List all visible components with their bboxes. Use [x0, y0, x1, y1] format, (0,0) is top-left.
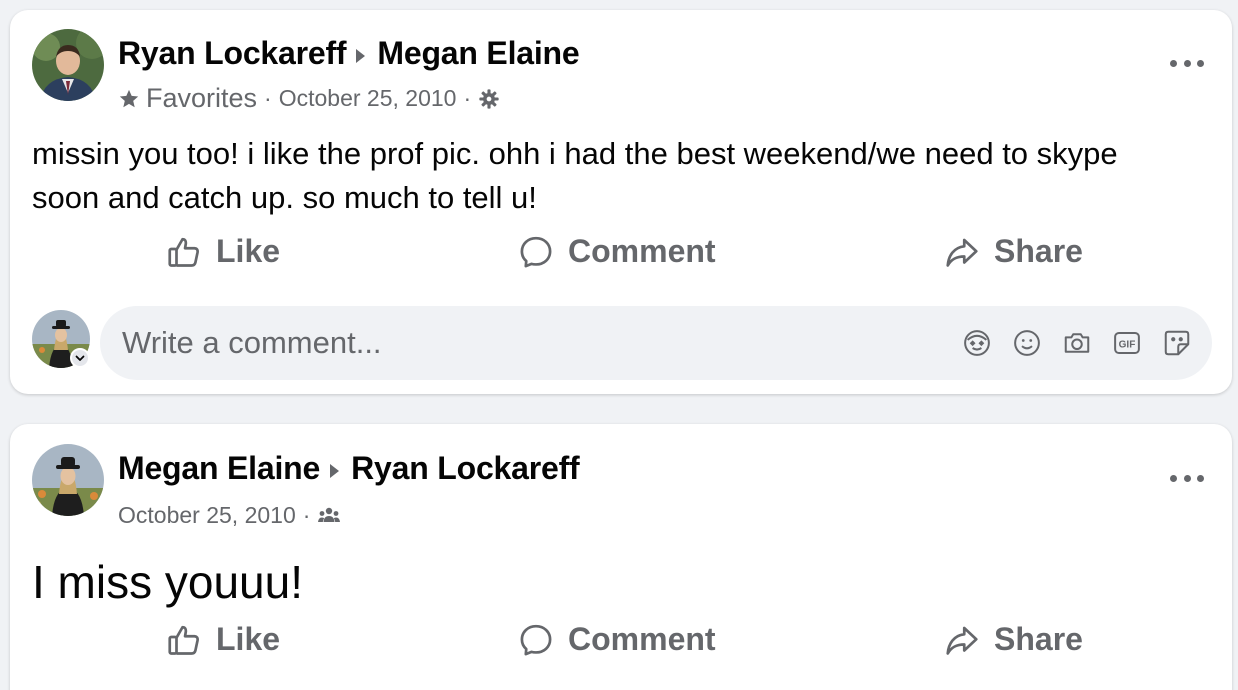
post-date[interactable]: October 25, 2010 [279, 85, 457, 112]
more-options-icon[interactable] [1170, 468, 1204, 488]
like-button[interactable]: Like [166, 233, 280, 270]
separator-dot: · [463, 85, 472, 111]
like-label: Like [216, 621, 281, 657]
separator-dot: · [302, 502, 311, 528]
share-arrow-icon [946, 626, 978, 655]
comment-input[interactable] [122, 306, 822, 380]
more-options-icon[interactable] [1170, 53, 1204, 73]
post-meta: October 25, 2010 · [118, 502, 341, 529]
gear-icon[interactable] [478, 88, 500, 110]
share-label: Share [994, 233, 1083, 269]
star-icon [118, 88, 140, 110]
comment-tools: GIF [944, 324, 1194, 362]
arrow-right-icon [356, 48, 366, 63]
author-name[interactable]: Megan Elaine [118, 450, 320, 487]
comment-button[interactable]: Comment [518, 233, 716, 270]
post-header-names: Megan Elaine Ryan Lockareff [118, 450, 580, 487]
post-actions: Like Comment Share [10, 233, 1232, 283]
share-arrow-icon [946, 238, 978, 267]
post-meta: Favorites · October 25, 2010 · [118, 83, 500, 114]
avatar-sticker-icon[interactable] [960, 326, 994, 360]
comment-label: Comment [568, 233, 716, 269]
post-actions: Like Comment Share [10, 621, 1232, 671]
svg-text:GIF: GIF [1119, 339, 1136, 350]
sticker-icon[interactable] [1160, 326, 1194, 360]
share-button[interactable]: Share [944, 233, 1083, 270]
friends-icon[interactable] [317, 505, 341, 527]
thumbs-up-icon [168, 237, 199, 267]
post-text: missin you too! i like the prof pic. ohh… [32, 136, 1118, 215]
post-date[interactable]: October 25, 2010 [118, 502, 296, 529]
post-header-names: Ryan Lockareff Megan Elaine [118, 35, 580, 72]
audience-label[interactable]: Favorites [146, 83, 257, 114]
author-name[interactable]: Ryan Lockareff [118, 35, 347, 72]
separator-dot: · [264, 85, 272, 111]
recipient-name[interactable]: Megan Elaine [377, 35, 579, 72]
camera-icon[interactable] [1060, 326, 1094, 360]
like-button[interactable]: Like [166, 621, 280, 658]
comment-bubble-icon [520, 624, 552, 655]
thumbs-up-icon [168, 625, 199, 655]
post-text: I miss youuu! [32, 556, 303, 608]
emoji-icon[interactable] [1010, 326, 1044, 360]
chevron-down-icon[interactable] [70, 348, 90, 368]
comment-input-box: GIF [100, 306, 1212, 380]
author-avatar[interactable] [32, 29, 104, 101]
share-label: Share [994, 621, 1083, 657]
arrow-right-icon [330, 463, 340, 478]
share-button[interactable]: Share [944, 621, 1083, 658]
author-avatar[interactable] [32, 444, 104, 516]
recipient-name[interactable]: Ryan Lockareff [351, 450, 580, 487]
comment-composer: GIF [10, 306, 1232, 382]
comment-button[interactable]: Comment [518, 621, 716, 658]
like-label: Like [216, 233, 281, 269]
comment-bubble-icon [520, 236, 552, 267]
post-card: Ryan Lockareff Megan Elaine Favorites · … [10, 10, 1232, 394]
comment-label: Comment [568, 621, 716, 657]
post-card: Megan Elaine Ryan Lockareff October 25, … [10, 424, 1232, 690]
gif-icon[interactable]: GIF [1110, 326, 1144, 360]
